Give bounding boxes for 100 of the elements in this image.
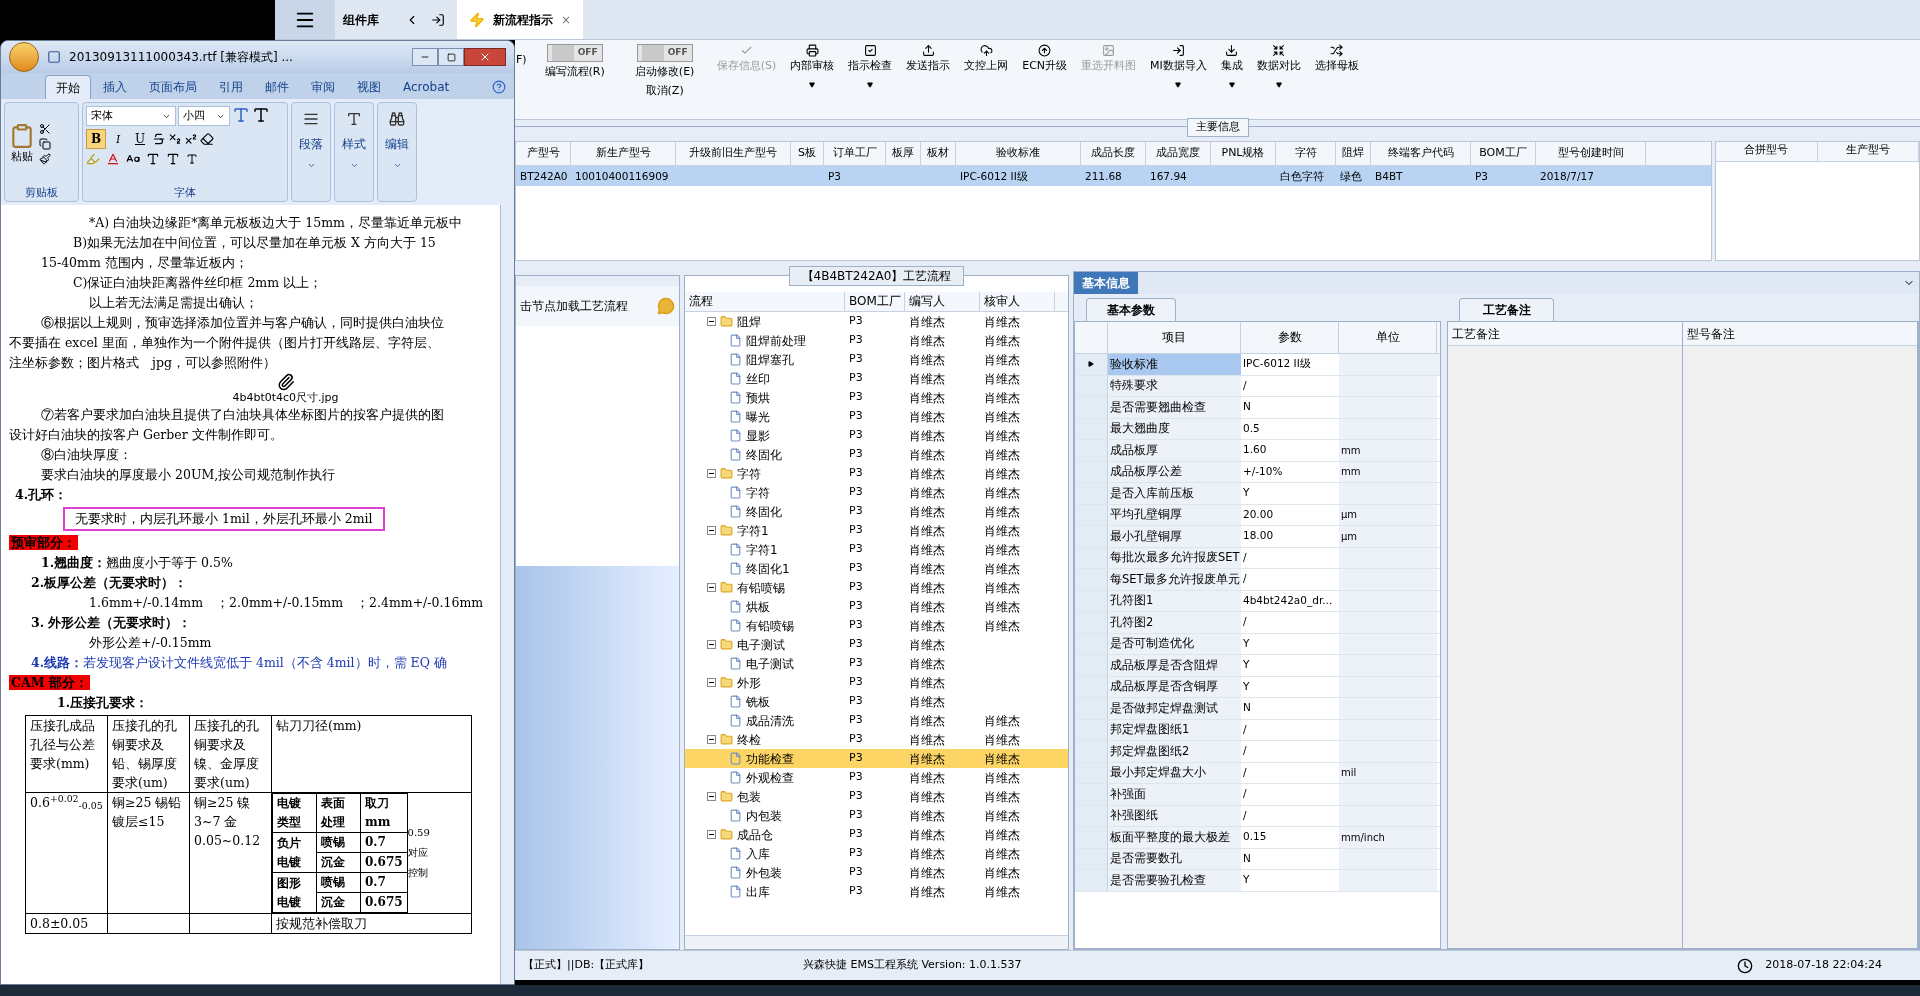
column-header[interactable]: 项目 xyxy=(1108,322,1241,353)
table-row[interactable]: 邦定焊盘图纸2 / xyxy=(1075,741,1440,763)
tree-row[interactable]: 外观检查 P3 肖维杰 肖维杰 xyxy=(685,768,1068,787)
column-header[interactable]: 编写人 xyxy=(905,292,980,311)
tree-row[interactable]: 包装 P3 肖维杰 肖维杰 xyxy=(685,787,1068,806)
table-row[interactable]: 成品板厚是否含阻焊 Y xyxy=(1075,655,1440,677)
tree-row[interactable]: 电子测试 P3 肖维杰 xyxy=(685,635,1068,654)
table-row[interactable]: 成品板厚公差 +/-10% mm xyxy=(1075,461,1440,483)
panel-tab[interactable]: 基本信息 xyxy=(1074,272,1138,294)
tree-row[interactable]: 功能检查 P3 肖维杰 肖维杰 xyxy=(685,749,1068,768)
table-row[interactable]: 每批次最多允许报废SET / xyxy=(1075,547,1440,569)
tree-row[interactable]: 丝印 P3 肖维杰 肖维杰 xyxy=(685,369,1068,388)
panel-tab[interactable]: 工艺备注 xyxy=(1459,298,1554,321)
table-row[interactable]: 邦定焊盘图纸1 / xyxy=(1075,719,1440,741)
table-row[interactable]: 是否需要验孔检查 Y xyxy=(1075,870,1440,892)
ribbon-tab[interactable]: 开始 xyxy=(45,75,91,99)
cut-icon[interactable] xyxy=(39,122,51,135)
tree-row[interactable]: 字符 P3 肖维杰 肖维杰 xyxy=(685,483,1068,502)
column-header[interactable]: 新生产型号 xyxy=(571,141,676,165)
toolbar-button[interactable]: ECN升级 xyxy=(1018,44,1072,75)
toolbar-button[interactable]: 集成 xyxy=(1216,44,1247,88)
table-row[interactable]: 板面平整度的最大极差 0.15 mm/inch xyxy=(1075,827,1440,849)
column-header[interactable]: 流程 xyxy=(685,292,845,311)
column-header[interactable]: 单位 xyxy=(1339,322,1437,353)
format-painter-icon[interactable] xyxy=(39,152,51,165)
subscript-icon[interactable] xyxy=(168,132,182,146)
tree-row[interactable]: 终固化 P3 肖维杰 肖维杰 xyxy=(685,502,1068,521)
table-row[interactable]: 孔符图1 4b4bt242a0_dr... xyxy=(1075,590,1440,612)
tree-row[interactable]: 显影 P3 肖维杰 肖维杰 xyxy=(685,426,1068,445)
column-header[interactable]: 生产型号 xyxy=(1817,141,1919,161)
ribbon-group-button[interactable]: 编辑 xyxy=(377,102,417,202)
ribbon-group-button[interactable]: 段落 xyxy=(291,102,331,202)
minimize-button[interactable] xyxy=(412,48,438,66)
tree-row[interactable]: 字符1 P3 肖维杰 肖维杰 xyxy=(685,540,1068,559)
collapse-toggle[interactable] xyxy=(707,830,716,839)
column-header[interactable]: 阻焊 xyxy=(1336,141,1371,165)
table-row[interactable]: 是否需要数孔 N xyxy=(1075,848,1440,870)
tree-row[interactable]: 入库 P3 肖维杰 肖维杰 xyxy=(685,844,1068,863)
table-row[interactable]: 每SET最多允许报废单元 / xyxy=(1075,569,1440,591)
font-color-icon[interactable] xyxy=(106,152,120,166)
strikethrough-icon[interactable] xyxy=(152,132,166,146)
column-header[interactable]: 核审人 xyxy=(980,292,1055,311)
ribbon-tab[interactable]: 页面布局 xyxy=(139,75,207,99)
tree-row[interactable]: 字符1 P3 肖维杰 肖维杰 xyxy=(685,521,1068,540)
login-icon[interactable] xyxy=(431,12,445,27)
table-row[interactable]: 最大翘曲度 0.5 xyxy=(1075,418,1440,440)
collapse-toggle[interactable] xyxy=(707,735,716,744)
column-header[interactable]: 升级前旧生产型号 xyxy=(676,141,791,165)
tree-row[interactable]: 烘板 P3 肖维杰 肖维杰 xyxy=(685,597,1068,616)
toolbar-button[interactable]: MI数据导入 xyxy=(1146,44,1211,88)
column-header[interactable]: 型号创建时间 xyxy=(1536,141,1646,165)
paste-button[interactable]: 粘贴 xyxy=(9,122,35,165)
office-logo-icon[interactable] xyxy=(9,42,39,72)
toolbar-button[interactable]: 内部审核 xyxy=(786,44,839,88)
collapse-toggle[interactable] xyxy=(707,583,716,592)
toolbar-button[interactable]: 指示检查 xyxy=(844,44,897,88)
column-header[interactable]: BOM工厂 xyxy=(845,292,905,311)
tree-row[interactable]: 成品仓 P3 肖维杰 肖维杰 xyxy=(685,825,1068,844)
menu-button[interactable] xyxy=(275,0,335,39)
tab-close[interactable]: × xyxy=(561,10,572,29)
column-header[interactable]: 验收标准 xyxy=(956,141,1081,165)
collapse-toggle[interactable] xyxy=(707,640,716,649)
toolbar-button[interactable]: 文控上网 xyxy=(960,44,1013,75)
tree-row[interactable]: 铣板 P3 肖维杰 xyxy=(685,692,1068,711)
tree-row[interactable]: 外形 P3 肖维杰 xyxy=(685,673,1068,692)
close-button[interactable] xyxy=(464,48,506,66)
table-row[interactable]: 最小孔壁铜厚 18.00 μm xyxy=(1075,526,1440,548)
ribbon-tab[interactable]: 审阅 xyxy=(301,75,345,99)
maximize-button[interactable] xyxy=(438,48,464,66)
ribbon-group-button[interactable]: 样式 xyxy=(334,102,374,202)
toggle-switch[interactable]: OFF xyxy=(546,44,603,62)
table-row[interactable]: 补强面 / xyxy=(1075,784,1440,806)
ribbon-tab[interactable]: 邮件 xyxy=(255,75,299,99)
tree-row[interactable]: 阻焊 P3 肖维杰 肖维杰 xyxy=(685,312,1068,331)
font-family-field[interactable]: 宋体 xyxy=(86,106,176,126)
collapse-toggle[interactable] xyxy=(707,792,716,801)
font-style-button[interactable]: B xyxy=(86,129,106,149)
column-header[interactable]: 终端客户代码 xyxy=(1371,141,1471,165)
ribbon-tab[interactable]: 引用 xyxy=(209,75,253,99)
font-style-button[interactable]: I xyxy=(108,129,128,149)
column-header[interactable]: 字符 xyxy=(1276,141,1336,165)
tree-row[interactable]: 终固化 P3 肖维杰 肖维杰 xyxy=(685,445,1068,464)
tree-row[interactable]: 阻焊塞孔 P3 肖维杰 肖维杰 xyxy=(685,350,1068,369)
column-header[interactable]: 成品宽度 xyxy=(1146,141,1211,165)
column-header[interactable]: S板 xyxy=(791,141,824,165)
table-row[interactable]: 特殊要求 / xyxy=(1075,375,1440,397)
toolbar-button[interactable]: 选择母板 xyxy=(1310,44,1363,75)
attachment-name[interactable]: 4b4bt0t4c0尺寸.jpg xyxy=(232,391,339,405)
toolbar-button[interactable]: 数据对比 xyxy=(1252,44,1305,88)
tree-row[interactable]: 出库 P3 肖维杰 肖维杰 xyxy=(685,882,1068,901)
column-header[interactable]: 产型号 xyxy=(516,141,571,165)
table-row[interactable]: 孔符图2 / xyxy=(1075,612,1440,634)
tree-row[interactable]: 内包装 P3 肖维杰 肖维杰 xyxy=(685,806,1068,825)
table-row[interactable]: BT242A0 10010400116909 P3 IPC-6012 II级 211.68 167.94 白色字符 绿色 B4BT P3 2018/7/17 xyxy=(516,165,1711,186)
tree-row[interactable]: 成品清洗 P3 肖维杰 肖维杰 xyxy=(685,711,1068,730)
tree-row[interactable]: 曝光 P3 肖维杰 肖维杰 xyxy=(685,407,1068,426)
table-row[interactable]: 验收标准 IPC-6012 II级 xyxy=(1075,354,1440,376)
table-row[interactable]: 成品板厚 1.60 mm xyxy=(1075,440,1440,462)
table-row[interactable]: 是否做邦定焊盘测试 N xyxy=(1075,698,1440,720)
document-tab[interactable]: 新流程指示 × xyxy=(457,0,584,39)
